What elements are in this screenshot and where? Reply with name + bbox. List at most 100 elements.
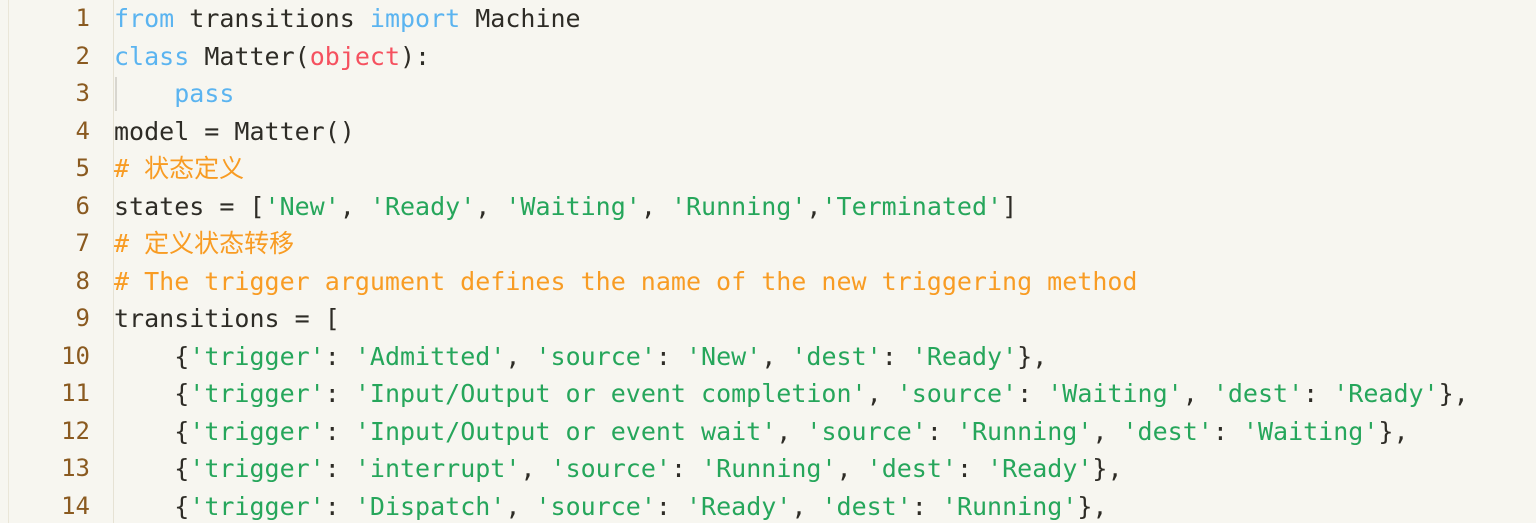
code-token-str: 'dest' [821, 491, 912, 521]
code-line[interactable]: # The trigger argument defines the name … [114, 263, 1536, 301]
code-token-pln: { [114, 379, 190, 408]
code-token-pln: ] [1002, 191, 1018, 221]
code-token-com: # The trigger argument defines the name … [114, 266, 1138, 296]
code-token-str: 'Ready' [987, 454, 1093, 483]
line-number-gutter[interactable]: 1 2 3 4 5 6 7 8 9 10 11 12 13 14 [0, 0, 104, 523]
code-token-pln: }, [1017, 341, 1048, 371]
code-token-pln: , [1182, 379, 1213, 408]
code-line[interactable]: class Matter(object): [114, 38, 1536, 76]
code-token-str: 'Input/Output or event wait' [354, 416, 777, 446]
code-token-pln: ): [400, 41, 431, 71]
code-token-pln: : [1303, 379, 1334, 408]
code-content-area[interactable]: from transitions import Machine class Mat… [104, 0, 1536, 523]
code-token-pln: : [881, 341, 912, 371]
code-token-pln: , [791, 491, 822, 521]
code-token-str: 'Running' [670, 191, 807, 221]
line-number: 6 [75, 191, 90, 220]
code-token-pln: { [114, 416, 190, 446]
code-line[interactable]: {'trigger': 'Input/Output or event compl… [114, 375, 1536, 413]
code-token-str: 'New' [264, 191, 340, 221]
code-line[interactable]: {'trigger': 'Admitted', 'source': 'New',… [114, 338, 1536, 376]
code-token-pln: { [114, 454, 190, 483]
code-line[interactable]: from transitions import Machine [114, 0, 1536, 38]
code-token-str: 'trigger' [189, 416, 325, 446]
code-token-pln: : [655, 491, 686, 521]
code-token-str: 'trigger' [189, 341, 325, 371]
code-token-str: 'interrupt' [354, 454, 521, 483]
code-token-pln: , [1092, 416, 1123, 446]
code-token-pln: }, [1077, 491, 1108, 521]
code-token-str: 'New' [686, 341, 762, 371]
line-number: 14 [61, 491, 90, 520]
code-token-kw: from [114, 4, 175, 33]
code-token-pln: : [1212, 416, 1243, 446]
code-token-pln: { [114, 341, 190, 371]
line-number: 3 [75, 79, 90, 107]
code-token-cls: object [309, 41, 400, 71]
line-number: 2 [75, 41, 90, 70]
code-token-pln: : [655, 341, 686, 371]
code-line[interactable]: model = Matter() [114, 113, 1536, 151]
line-number: 9 [75, 304, 90, 332]
code-token-str: 'Running' [956, 416, 1093, 446]
code-token-pln: model = Matter() [114, 116, 355, 146]
code-token-pln: states = [ [114, 191, 265, 221]
code-line[interactable]: {'trigger': 'Input/Output or event wait'… [114, 413, 1536, 451]
code-token-pln: , [836, 454, 867, 483]
code-token-pln: : [324, 379, 355, 408]
code-token-pln: , [806, 191, 822, 221]
code-token-pln: : [324, 341, 355, 371]
code-token-pln: : [324, 416, 355, 446]
code-line[interactable]: {'trigger': 'Dispatch', 'source': 'Ready… [114, 488, 1536, 523]
code-line[interactable]: states = ['New', 'Ready', 'Waiting', 'Ru… [114, 188, 1536, 226]
code-token-pln: : [324, 491, 355, 521]
code-line[interactable]: {'trigger': 'interrupt', 'source': 'Runn… [114, 450, 1536, 488]
code-token-str: 'Ready' [1333, 379, 1439, 408]
code-token-pln: : [926, 416, 957, 446]
line-number: 10 [61, 341, 90, 370]
code-token-str: 'source' [896, 379, 1018, 408]
code-token-str: 'Ready' [911, 341, 1018, 371]
code-token-kw: pass [174, 79, 235, 108]
code-token-pln: , [776, 416, 807, 446]
code-editor[interactable]: 1 2 3 4 5 6 7 8 9 10 11 12 13 14 from transitions imp… [0, 0, 1536, 523]
code-token-pln: , [475, 191, 506, 221]
code-token-str: 'Running' [701, 454, 837, 483]
code-token-str: 'source' [535, 341, 656, 371]
code-token-pln: { [114, 491, 190, 521]
code-token-com: # 状态定义 [114, 154, 245, 183]
code-token-str: 'Ready' [369, 191, 476, 221]
code-line[interactable]: pass [114, 75, 1536, 113]
line-number: 4 [75, 116, 90, 145]
code-token-str: 'source' [550, 454, 671, 483]
code-token-pln: Matter( [189, 41, 310, 71]
code-token-str: 'source' [806, 416, 927, 446]
line-number: 8 [75, 266, 90, 295]
line-number: 7 [75, 229, 90, 257]
code-token-str: 'source' [535, 491, 656, 521]
code-token-pln: , [761, 341, 792, 371]
code-token-com: # 定义状态转移 [114, 229, 295, 258]
code-token-pln: , [640, 191, 671, 221]
code-token-pln: }, [1438, 379, 1469, 408]
code-token-str: 'Waiting' [1047, 379, 1183, 408]
line-number: 5 [75, 154, 90, 182]
code-line[interactable]: transitions = [ [114, 300, 1536, 338]
line-number: 1 [75, 4, 90, 32]
code-token-pln: : [956, 454, 988, 483]
code-token-str: 'Waiting' [1242, 416, 1379, 446]
code-token-kw: import [369, 4, 461, 33]
code-token-pln: , [520, 454, 551, 483]
code-token-str: 'trigger' [189, 454, 325, 483]
code-token-pln: : [1017, 379, 1048, 408]
code-token-str: 'dest' [1212, 379, 1304, 408]
code-line[interactable]: # 状态定义 [114, 150, 1536, 188]
code-token-pln: }, [1092, 454, 1123, 483]
gutter-separator [113, 0, 114, 523]
code-token-kw: class [114, 41, 190, 71]
code-token-str: 'dest' [866, 454, 957, 483]
code-token-pln: : [670, 454, 702, 483]
code-line[interactable]: # 定义状态转移 [114, 225, 1536, 263]
code-token-pln: transitions = [ [114, 304, 340, 333]
code-token-str: 'Admitted' [354, 341, 506, 371]
